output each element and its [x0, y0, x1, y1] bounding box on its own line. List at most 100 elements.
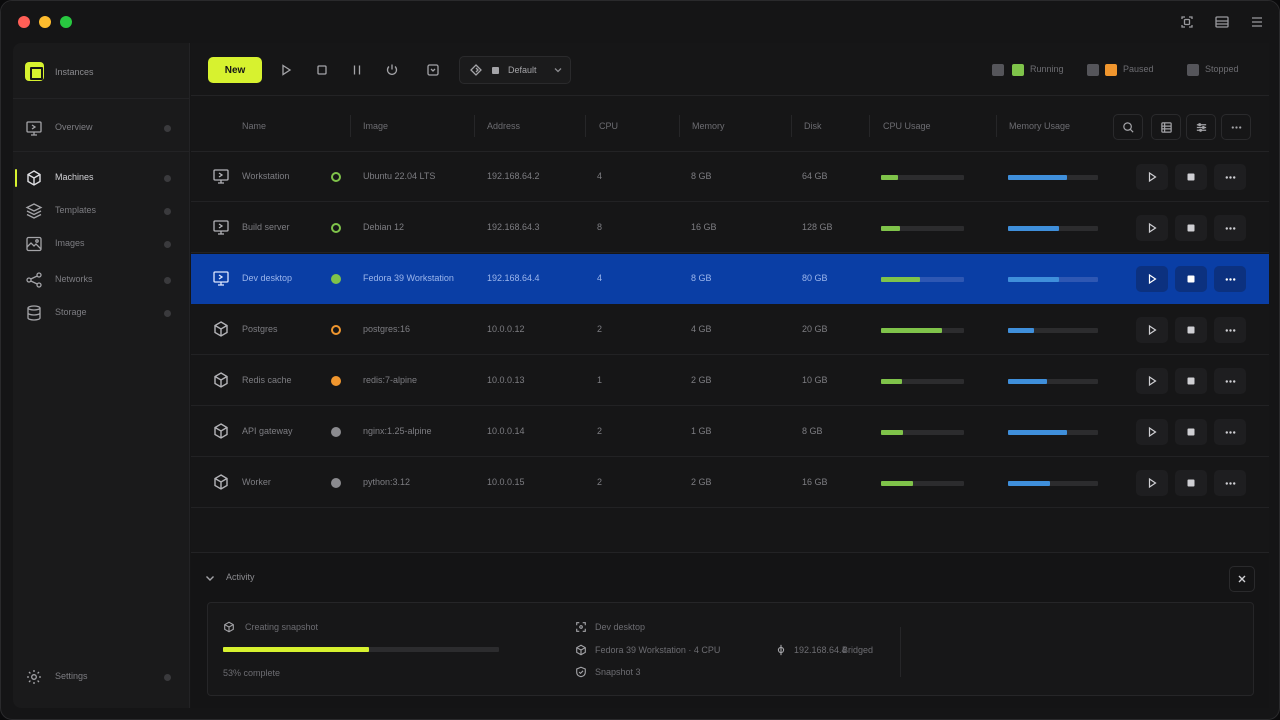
- row-more-button[interactable]: [1214, 215, 1246, 241]
- snapshot-icon[interactable]: [420, 57, 446, 83]
- stop-button[interactable]: [1175, 419, 1207, 445]
- sidebar-item-templates[interactable]: Templates: [13, 196, 189, 226]
- start-button[interactable]: [1136, 368, 1168, 394]
- legend-label: Running: [1030, 64, 1064, 74]
- task-card: Creating snapshot 53% complete Dev deskt…: [207, 602, 1254, 696]
- sidebar-item-machines[interactable]: Machines: [13, 163, 189, 193]
- details-panel: Activity Creating snapshot 53% complete …: [191, 552, 1269, 708]
- search-icon[interactable]: [1113, 114, 1143, 140]
- app-window: Instances Overview Machines Templates Im…: [0, 0, 1280, 720]
- sidebar: Instances Overview Machines Templates Im…: [13, 43, 190, 708]
- cell-name: Workstation: [242, 171, 290, 181]
- minimize-window-button[interactable]: [39, 16, 51, 28]
- column-header-memory[interactable]: Memory: [692, 121, 725, 131]
- memory-usage-bar: [1008, 277, 1098, 282]
- cell-cpu: 4: [597, 273, 603, 283]
- table-row[interactable]: API gateway nginx:1.25-alpine 10.0.0.14 2 1 …: [191, 407, 1269, 457]
- cell-memory: 1 GB: [691, 426, 712, 436]
- legend-label: Paused: [1123, 64, 1154, 74]
- more-icon[interactable]: [1221, 114, 1251, 140]
- sidebar-item-images[interactable]: Images: [13, 229, 189, 259]
- menu-icon[interactable]: [1249, 14, 1265, 30]
- row-more-button[interactable]: [1214, 470, 1246, 496]
- memory-usage-bar: [1008, 328, 1098, 333]
- info-line: Snapshot 3: [595, 667, 641, 677]
- table-row[interactable]: Build server Debian 12 192.168.64.3 8 16 GB 1…: [191, 203, 1269, 253]
- cell-name: Postgres: [242, 324, 278, 334]
- stop-button[interactable]: [1175, 215, 1207, 241]
- start-button[interactable]: [1136, 215, 1168, 241]
- play-icon[interactable]: [273, 57, 299, 83]
- cpu-usage-fill: [881, 430, 903, 435]
- details-header: Activity: [191, 553, 1269, 601]
- stop-button[interactable]: [1175, 317, 1207, 343]
- table-row[interactable]: Postgres postgres:16 10.0.0.12 2 4 GB 20 GB: [191, 305, 1269, 355]
- sidebar-icon[interactable]: [1179, 14, 1195, 30]
- sidebar-item-storage[interactable]: Storage: [13, 298, 189, 328]
- cpu-usage-fill: [881, 379, 902, 384]
- start-button[interactable]: [1136, 266, 1168, 292]
- row-more-button[interactable]: [1214, 164, 1246, 190]
- sidebar-item-settings[interactable]: Settings: [13, 662, 189, 692]
- column-header-address[interactable]: Address: [487, 121, 520, 131]
- chevron-down-icon[interactable]: [203, 571, 217, 585]
- start-button[interactable]: [1136, 470, 1168, 496]
- cube-icon: [212, 320, 230, 338]
- columns-icon[interactable]: [1151, 114, 1181, 140]
- table-row[interactable]: Dev desktop Fedora 39 Workstation 192.168.…: [191, 254, 1269, 304]
- start-button[interactable]: [1136, 317, 1168, 343]
- legend-running: Running: [992, 63, 1072, 77]
- info-line: Fedora 39 Workstation · 4 CPU: [595, 645, 721, 655]
- power-icon[interactable]: [379, 57, 405, 83]
- stop-icon[interactable]: [309, 57, 335, 83]
- close-icon[interactable]: [1229, 566, 1255, 592]
- filter-icon[interactable]: [1186, 114, 1216, 140]
- sidebar-item-label: Settings: [55, 671, 88, 681]
- row-more-button[interactable]: [1214, 266, 1246, 292]
- stop-button[interactable]: [1175, 470, 1207, 496]
- cpu-usage-bar: [881, 226, 964, 231]
- cell-disk: 80 GB: [802, 273, 828, 283]
- cell-disk: 20 GB: [802, 324, 828, 334]
- stop-button[interactable]: [1175, 368, 1207, 394]
- sidebar-item-indicator: [164, 310, 171, 317]
- table-row[interactable]: Redis cache redis:7-alpine 10.0.0.13 1 2 GB 1…: [191, 356, 1269, 406]
- cell-address: 192.168.64.3: [487, 222, 540, 232]
- legend-paused: Paused: [1087, 63, 1167, 77]
- cell-image: postgres:16: [363, 324, 411, 334]
- sidebar-item-networks[interactable]: Networks: [13, 265, 189, 295]
- pause-icon[interactable]: [344, 57, 370, 83]
- profile-select[interactable]: Default: [459, 56, 571, 84]
- column-header-memory-usage[interactable]: Memory Usage: [1009, 121, 1070, 131]
- sidebar-item-label: Overview: [55, 122, 93, 132]
- stop-button[interactable]: [1175, 164, 1207, 190]
- table-row[interactable]: Worker python:3.12 10.0.0.15 2 2 GB 16 GB: [191, 458, 1269, 508]
- column-header-disk[interactable]: Disk: [804, 121, 822, 131]
- zoom-window-button[interactable]: [60, 16, 72, 28]
- close-window-button[interactable]: [18, 16, 30, 28]
- column-header-cpu-usage[interactable]: CPU Usage: [883, 121, 931, 131]
- table-row[interactable]: Workstation Ubuntu 22.04 LTS 192.168.64.2 4…: [191, 152, 1269, 202]
- column-header-cpu[interactable]: CPU: [599, 121, 618, 131]
- row-more-button[interactable]: [1214, 317, 1246, 343]
- cell-cpu: 4: [597, 171, 603, 181]
- column-header-name[interactable]: Name: [242, 121, 266, 131]
- cube-icon: [212, 473, 230, 491]
- cpu-usage-bar: [881, 481, 964, 486]
- cell-disk: 64 GB: [802, 171, 828, 181]
- sidebar-item-overview[interactable]: Overview: [13, 113, 189, 143]
- cell-address: 10.0.0.12: [487, 324, 525, 334]
- monitor-icon: [25, 119, 43, 137]
- row-more-button[interactable]: [1214, 419, 1246, 445]
- column-header-image[interactable]: Image: [363, 121, 388, 131]
- new-machine-button[interactable]: New: [208, 57, 262, 83]
- row-more-button[interactable]: [1214, 368, 1246, 394]
- stop-button[interactable]: [1175, 266, 1207, 292]
- cell-disk: 8 GB: [802, 426, 823, 436]
- start-button[interactable]: [1136, 419, 1168, 445]
- network-small-icon: [775, 644, 787, 656]
- layout-icon[interactable]: [1214, 14, 1230, 30]
- start-button[interactable]: [1136, 164, 1168, 190]
- cpu-usage-fill: [881, 481, 913, 486]
- cell-memory: 8 GB: [691, 273, 712, 283]
